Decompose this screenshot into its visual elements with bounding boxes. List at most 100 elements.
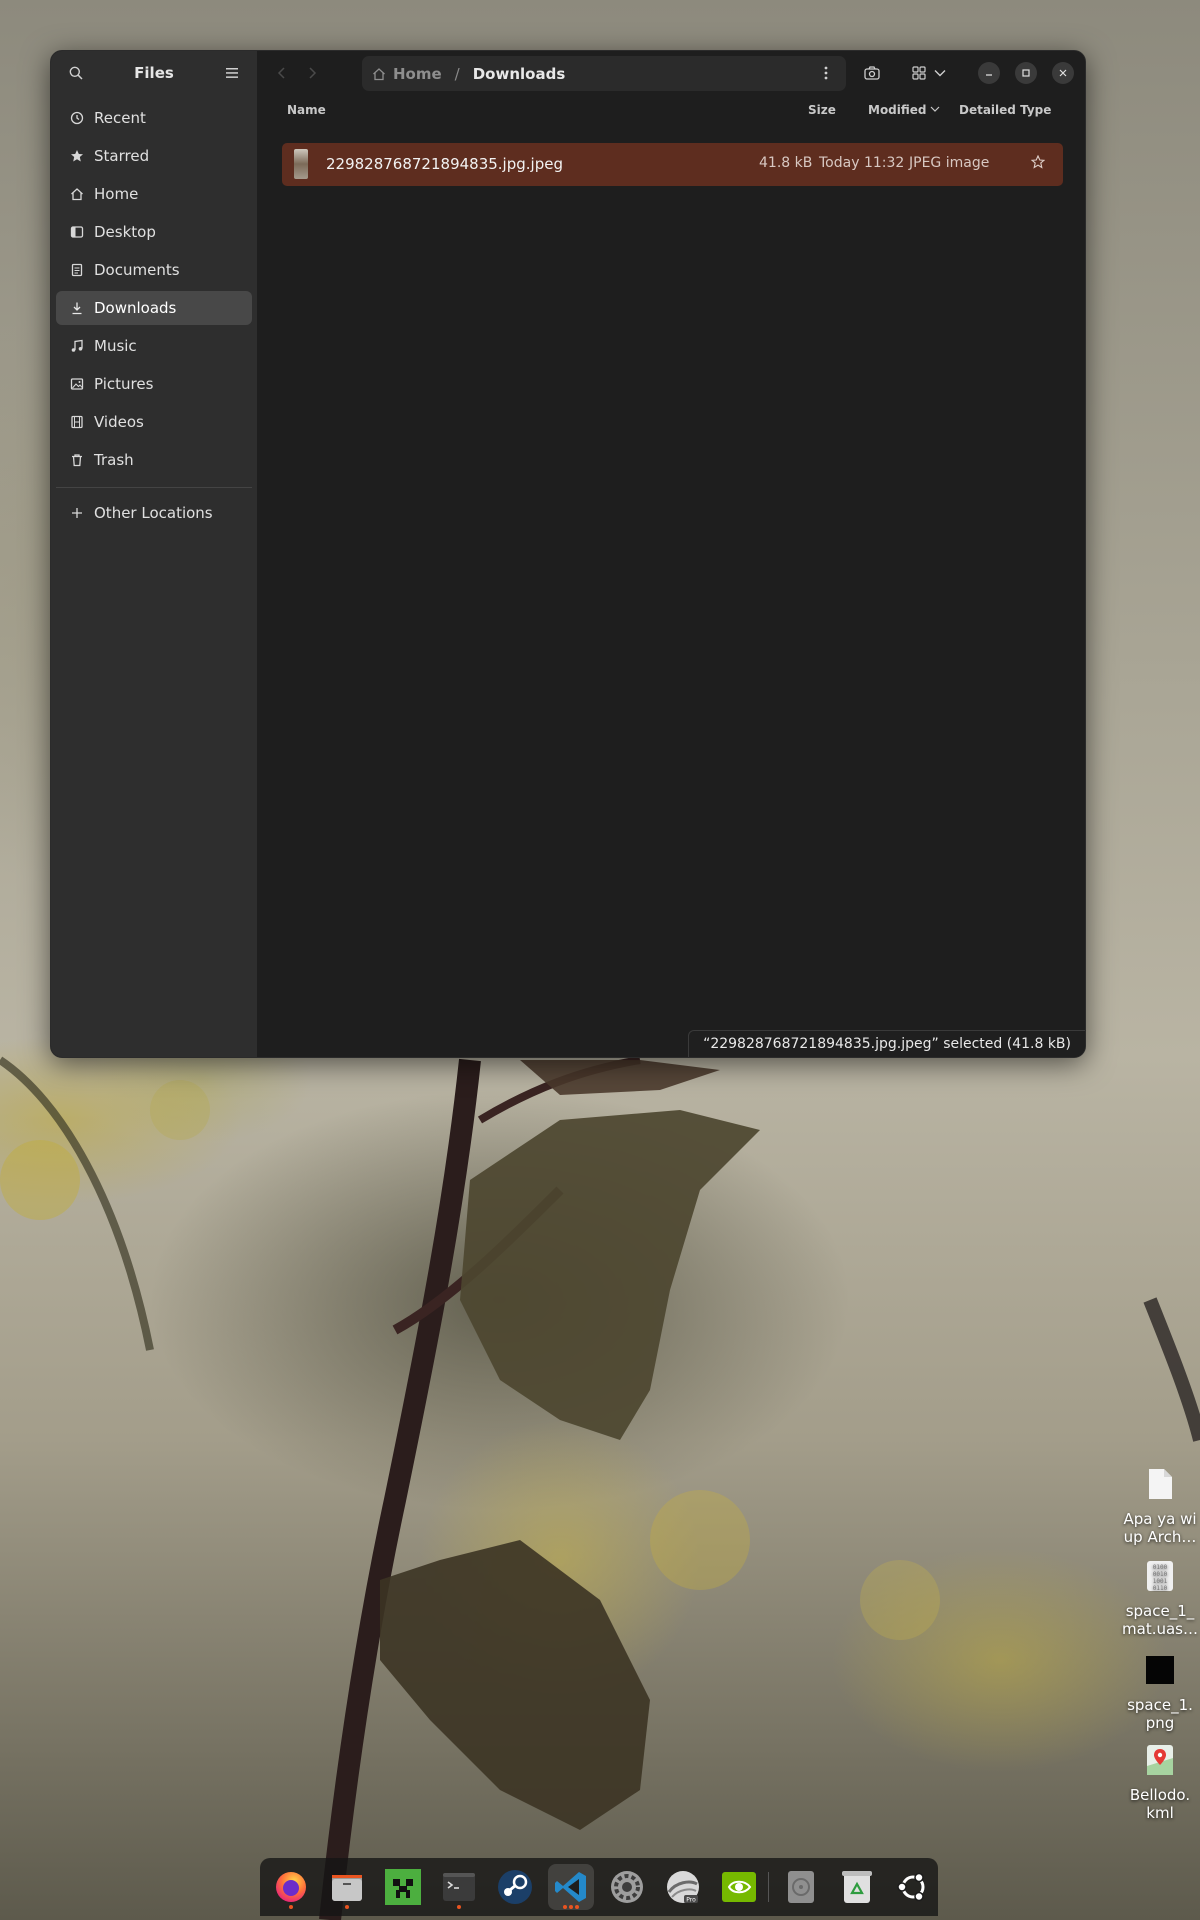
column-size[interactable]: Size xyxy=(808,103,836,117)
dock-vscode[interactable] xyxy=(548,1864,594,1910)
hamburger-icon xyxy=(226,68,238,78)
dock: Pro xyxy=(260,1858,938,1916)
dock-nvidia-settings[interactable] xyxy=(716,1864,762,1910)
sidebar-item-other-locations[interactable]: Other Locations xyxy=(56,496,252,530)
view-options-button[interactable] xyxy=(929,59,951,87)
search-button[interactable] xyxy=(61,58,91,88)
running-indicator xyxy=(289,1905,293,1909)
star-outline-icon xyxy=(1030,154,1046,169)
dock-settings[interactable] xyxy=(604,1864,650,1910)
sidebar-item-videos[interactable]: Videos xyxy=(56,405,252,439)
forward-button[interactable] xyxy=(299,60,325,86)
desktop-file-label: Apa ya wi up Arch… xyxy=(1123,1510,1197,1546)
path-menu-button[interactable] xyxy=(812,59,840,87)
dock-minecraft[interactable] xyxy=(380,1864,426,1910)
dock-separator xyxy=(768,1872,769,1902)
sidebar-item-desktop[interactable]: Desktop xyxy=(56,215,252,249)
column-modified[interactable]: Modified xyxy=(868,103,927,117)
breadcrumb-current[interactable]: Downloads xyxy=(473,65,566,83)
file-modified: Today 11:32 xyxy=(819,155,905,171)
minimize-button[interactable] xyxy=(978,62,1000,84)
kebab-menu-icon xyxy=(824,66,828,80)
sidebar-item-label: Home xyxy=(94,185,139,203)
column-detailed-type[interactable]: Detailed Type xyxy=(959,103,1051,117)
sidebar-item-label: Documents xyxy=(94,261,180,279)
sidebar-item-home[interactable]: Home xyxy=(56,177,252,211)
download-icon xyxy=(70,301,84,315)
files-icon xyxy=(332,1875,362,1901)
dock-files[interactable] xyxy=(324,1864,370,1910)
sidebar: Files Recent Starred Home Desktop Docume… xyxy=(51,51,257,1057)
firefox-icon xyxy=(276,1872,306,1902)
chevron-left-icon xyxy=(277,67,285,79)
column-name[interactable]: Name xyxy=(287,103,326,117)
music-icon xyxy=(70,339,84,353)
svg-text:0010: 0010 xyxy=(1153,1571,1168,1578)
svg-text:0100: 0100 xyxy=(1153,1564,1168,1571)
home-icon xyxy=(70,187,84,201)
desktop-file-text[interactable]: Apa ya wi up Arch… xyxy=(1122,1468,1198,1546)
camera-search-icon xyxy=(864,66,880,80)
star-toggle[interactable] xyxy=(1030,154,1046,173)
vscode-icon xyxy=(555,1872,586,1902)
file-size: 41.8 kB xyxy=(759,155,813,171)
binary-file-icon: 0100001010010110 xyxy=(1147,1561,1173,1592)
grid-icon xyxy=(912,66,926,80)
breadcrumb-home-label: Home xyxy=(393,64,442,83)
sidebar-item-pictures[interactable]: Pictures xyxy=(56,367,252,401)
google-earth-icon: Pro xyxy=(667,1871,699,1904)
minecraft-icon xyxy=(385,1869,421,1905)
chevron-down-icon xyxy=(934,70,946,77)
close-button[interactable] xyxy=(1052,62,1074,84)
dock-terminal[interactable] xyxy=(436,1864,482,1910)
desktop-file-binary[interactable]: 0100 0010 1001 0110 space_1_ mat.uas… xyxy=(1122,1560,1198,1638)
dock-trash[interactable] xyxy=(834,1864,880,1910)
sidebar-item-music[interactable]: Music xyxy=(56,329,252,363)
sidebar-item-label: Pictures xyxy=(94,375,154,393)
disk-icon xyxy=(788,1871,814,1903)
clock-icon xyxy=(70,111,84,125)
back-button[interactable] xyxy=(269,60,295,86)
image-file-icon xyxy=(1146,1656,1174,1684)
sidebar-item-label: Recent xyxy=(94,109,146,127)
text-file-icon xyxy=(1149,1469,1172,1499)
sidebar-item-documents[interactable]: Documents xyxy=(56,253,252,287)
settings-gear-icon xyxy=(611,1871,643,1903)
sidebar-item-recent[interactable]: Recent xyxy=(56,101,252,135)
running-indicator xyxy=(563,1905,567,1909)
file-view: Home / Downloads Name Size Modified Deta… xyxy=(257,51,1085,1057)
sidebar-item-downloads[interactable]: Downloads xyxy=(56,291,252,325)
desktop-file-kml[interactable]: Bellodo. kml xyxy=(1122,1744,1198,1822)
desktop-file-png[interactable]: space_1. png xyxy=(1122,1654,1198,1732)
terminal-icon xyxy=(443,1873,475,1901)
maximize-button[interactable] xyxy=(1015,62,1037,84)
picture-icon xyxy=(70,377,84,391)
desktop-file-label: space_1_ mat.uas… xyxy=(1122,1602,1198,1638)
running-indicator xyxy=(457,1905,461,1909)
recycle-bin-icon xyxy=(842,1871,872,1903)
dock-firefox[interactable] xyxy=(268,1864,314,1910)
dock-disk[interactable] xyxy=(778,1864,824,1910)
sidebar-item-label: Starred xyxy=(94,147,150,165)
main-menu-button[interactable] xyxy=(217,58,247,88)
dock-show-apps[interactable] xyxy=(890,1864,936,1910)
file-name: 229828768721894835.jpg.jpeg xyxy=(326,155,563,173)
nvidia-icon xyxy=(722,1872,756,1902)
sidebar-item-trash[interactable]: Trash xyxy=(56,443,252,477)
dock-steam[interactable] xyxy=(492,1864,538,1910)
dock-google-earth-pro[interactable]: Pro xyxy=(660,1864,706,1910)
chevron-right-icon xyxy=(309,67,317,79)
sidebar-item-starred[interactable]: Starred xyxy=(56,139,252,173)
breadcrumb-home[interactable]: Home xyxy=(372,65,442,83)
plus-icon xyxy=(70,506,84,520)
file-row[interactable]: 229828768721894835.jpg.jpeg 41.8 kB Toda… xyxy=(282,143,1063,186)
selection-status: “229828768721894835.jpg.jpeg” selected (… xyxy=(688,1030,1085,1057)
ubuntu-apps-icon xyxy=(897,1872,925,1902)
path-bar[interactable]: Home / Downloads xyxy=(362,56,846,91)
breadcrumb-separator: / xyxy=(454,64,460,83)
steam-icon xyxy=(498,1870,532,1904)
file-type: JPEG image xyxy=(909,155,990,171)
star-icon xyxy=(70,149,84,163)
desktop-file-label: Bellodo. kml xyxy=(1129,1786,1191,1822)
search-location-button[interactable] xyxy=(858,59,886,87)
